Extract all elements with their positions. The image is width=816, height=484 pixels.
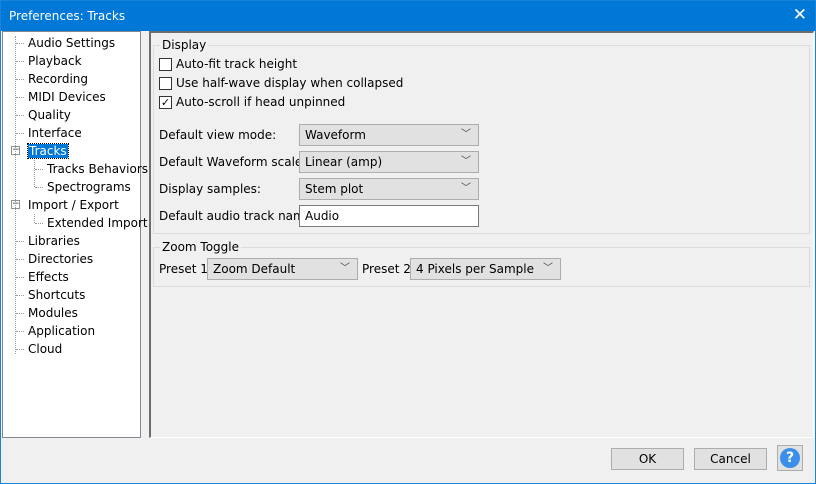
tree-item[interactable]: Libraries (28, 233, 80, 249)
tree-item-label: Application (28, 324, 96, 338)
track-name-input[interactable]: Audio (299, 205, 479, 227)
tree-item-label: Import / Export (28, 198, 119, 212)
tree-item[interactable]: Shortcuts (28, 287, 85, 303)
view-mode-select[interactable]: Waveform ﹀ (299, 124, 479, 146)
waveform-scale-value: Linear (amp) (305, 155, 383, 169)
tree-item[interactable]: Spectrograms (47, 179, 131, 195)
zoom-group-title: Zoom Toggle (160, 240, 241, 254)
tree-item[interactable]: Import / Export (28, 197, 119, 213)
checkbox-label: Auto-scroll if head unpinned (176, 95, 346, 109)
checkbox-row[interactable]: Use half-wave display when collapsed (159, 77, 403, 91)
tree-item[interactable]: Cloud (28, 341, 62, 357)
tree-connector (16, 277, 24, 278)
tree-item-label: Libraries (28, 234, 80, 248)
help-button[interactable]: ? (777, 445, 803, 471)
ok-button[interactable]: OK (611, 448, 684, 470)
preset1-select[interactable]: Zoom Default ﹀ (207, 258, 358, 280)
tree-connector (16, 61, 24, 62)
tree-line (15, 36, 16, 354)
tree-connector (35, 187, 43, 188)
tree-connector (16, 259, 24, 260)
tree-connector (16, 313, 24, 314)
tree-item-label: Quality (28, 108, 71, 122)
display-samples-value: Stem plot (305, 182, 364, 196)
tree-connector (35, 223, 43, 224)
tree-item[interactable]: Application (28, 323, 95, 339)
checkbox[interactable] (159, 58, 172, 71)
waveform-scale-label: Default Waveform scale: (159, 155, 307, 169)
tree-item-label: Playback (28, 54, 82, 68)
checkbox-row[interactable]: ✓ Auto-scroll if head unpinned (159, 96, 345, 110)
tree-item-label: Directories (28, 252, 94, 266)
chevron-down-icon: ﹀ (461, 129, 471, 140)
tree-item-label: Modules (28, 306, 78, 320)
preferences-dialog: Preferences: Tracks ✕ Audio Settings Play… (0, 0, 816, 484)
tree-item-label: Extended Import (47, 216, 148, 230)
window-title: Preferences: Tracks (9, 9, 126, 23)
tree-connector (16, 79, 24, 80)
preset2-select[interactable]: 4 Pixels per Sample ﹀ (410, 258, 561, 280)
tree-item-label: Tracks (27, 143, 69, 159)
display-group-title: Display (160, 38, 209, 52)
checkbox-label: Auto-fit track height (176, 57, 298, 71)
checkbox-row[interactable]: Auto-fit track height (159, 58, 297, 72)
tree-item[interactable]: Extended Import (47, 215, 148, 231)
tree-line (34, 160, 35, 187)
tree-connector (16, 295, 24, 296)
tree-item-label: Spectrograms (47, 180, 131, 194)
close-icon[interactable]: ✕ (793, 5, 807, 25)
tree-item[interactable]: Effects (28, 269, 69, 285)
tree-item-label: Shortcuts (28, 288, 86, 302)
tree-item-label: Effects (28, 270, 69, 284)
tree-connector (16, 349, 24, 350)
tree-connector (16, 241, 24, 242)
checkbox[interactable] (159, 77, 172, 90)
checkbox[interactable]: ✓ (159, 96, 172, 109)
tree-item-label: Tracks Behaviors (47, 162, 149, 176)
tree-item-label: Cloud (28, 342, 63, 356)
preset1-label: Preset 1: (159, 262, 212, 276)
tree-item[interactable]: Audio Settings (28, 35, 115, 51)
tree-connector (16, 43, 24, 44)
preferences-tree: Audio Settings Playback Recording MIDI Devi… (2, 31, 148, 438)
cancel-button[interactable]: Cancel (694, 448, 767, 470)
tree-item-label: Recording (28, 72, 89, 86)
tree-connector (16, 115, 24, 116)
tree-item[interactable]: Modules (28, 305, 78, 321)
chevron-down-icon: ﹀ (543, 263, 553, 274)
display-samples-label: Display samples: (159, 182, 261, 196)
view-mode-label: Default view mode: (159, 128, 277, 142)
tree-item[interactable]: Tracks (27, 143, 69, 159)
chevron-down-icon: ﹀ (461, 183, 471, 194)
tree-item[interactable]: Directories (28, 251, 93, 267)
preset2-label: Preset 2: (362, 262, 415, 276)
tree-line (34, 214, 35, 223)
checkbox-label: Use half-wave display when collapsed (176, 76, 404, 90)
title-bar: Preferences: Tracks ✕ (1, 1, 815, 31)
tree-item[interactable]: Recording (28, 71, 88, 87)
tree-item[interactable]: Interface (28, 125, 82, 141)
tree-item-label: Interface (28, 126, 82, 140)
tree-item-label: MIDI Devices (28, 90, 106, 104)
tree-item[interactable]: Quality (28, 107, 71, 123)
tree-connector (35, 169, 43, 170)
preset1-value: Zoom Default (213, 262, 296, 276)
track-name-label: Default audio track name: (159, 209, 317, 223)
tree-item-label: Audio Settings (28, 36, 116, 50)
view-mode-value: Waveform (305, 128, 366, 142)
tree-connector (16, 133, 24, 134)
tree-connector (16, 331, 24, 332)
tree-item[interactable]: Tracks Behaviors (47, 161, 148, 177)
tree-item[interactable]: MIDI Devices (28, 89, 106, 105)
tree-connector (16, 97, 24, 98)
help-icon: ? (780, 448, 800, 468)
chevron-down-icon: ﹀ (461, 156, 471, 167)
preset2-value: 4 Pixels per Sample (416, 262, 535, 276)
chevron-down-icon: ﹀ (340, 263, 350, 274)
display-samples-select[interactable]: Stem plot ﹀ (299, 178, 479, 200)
tree-item[interactable]: Playback (28, 53, 82, 69)
waveform-scale-select[interactable]: Linear (amp) ﹀ (299, 151, 479, 173)
